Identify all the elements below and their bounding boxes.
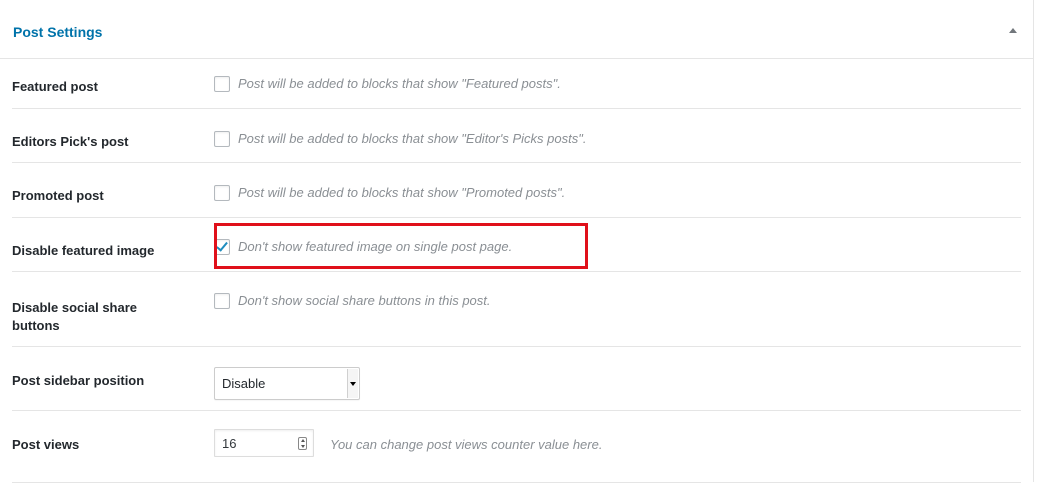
disable-social-share-checkbox[interactable] bbox=[214, 293, 230, 309]
setting-label: Disable featured image bbox=[12, 243, 155, 258]
disable-featured-image-checkbox[interactable] bbox=[214, 239, 230, 255]
setting-row-disable-featured-image: Disable featured image Don't show featur… bbox=[12, 218, 1021, 272]
setting-label: Promoted post bbox=[12, 188, 104, 203]
setting-row-post-views: Post views You can change post views cou… bbox=[12, 411, 1021, 483]
setting-row-promoted: Promoted post Post will be added to bloc… bbox=[12, 163, 1021, 218]
setting-description: You can change post views counter value … bbox=[330, 437, 603, 452]
editors-pick-checkbox[interactable] bbox=[214, 131, 230, 147]
featured-checkbox[interactable] bbox=[214, 76, 230, 92]
setting-description: Post will be added to blocks that show "… bbox=[238, 185, 566, 200]
setting-label: Editors Pick's post bbox=[12, 134, 129, 149]
panel-title: Post Settings bbox=[13, 24, 103, 40]
setting-label: Featured post bbox=[12, 79, 98, 94]
sidebar-position-select[interactable]: Disable bbox=[214, 367, 360, 400]
setting-description: Don't show social share buttons in this … bbox=[238, 293, 491, 308]
spinner-icon[interactable] bbox=[298, 437, 307, 450]
select-value: Disable bbox=[222, 376, 266, 391]
setting-description: Post will be added to blocks that show "… bbox=[238, 131, 587, 146]
triangle-up-icon bbox=[1009, 27, 1017, 33]
setting-description: Don't show featured image on single post… bbox=[238, 239, 513, 254]
post-views-value: 16 bbox=[222, 436, 237, 451]
setting-label: Disable social share buttons bbox=[12, 300, 138, 333]
post-views-input[interactable]: 16 bbox=[214, 429, 314, 457]
panel-header[interactable]: Post Settings bbox=[0, 0, 1033, 59]
collapse-toggle-button[interactable] bbox=[1007, 24, 1019, 36]
setting-row-featured: Featured post Post will be added to bloc… bbox=[12, 59, 1021, 109]
settings-list: Featured post Post will be added to bloc… bbox=[12, 59, 1021, 483]
setting-row-sidebar-position: Post sidebar position bbox=[12, 347, 1021, 411]
setting-label: Post views bbox=[12, 437, 80, 452]
setting-row-disable-social-share: Disable social share buttons Don't show … bbox=[12, 272, 1021, 347]
setting-label: Post sidebar position bbox=[12, 373, 145, 388]
promoted-checkbox[interactable] bbox=[214, 185, 230, 201]
chevron-down-icon bbox=[347, 369, 358, 398]
setting-description: Post will be added to blocks that show "… bbox=[238, 76, 561, 91]
setting-row-editors-pick: Editors Pick's post Post will be added t… bbox=[12, 109, 1021, 163]
post-settings-panel: Post Settings Featured post Post will be… bbox=[0, 0, 1034, 483]
